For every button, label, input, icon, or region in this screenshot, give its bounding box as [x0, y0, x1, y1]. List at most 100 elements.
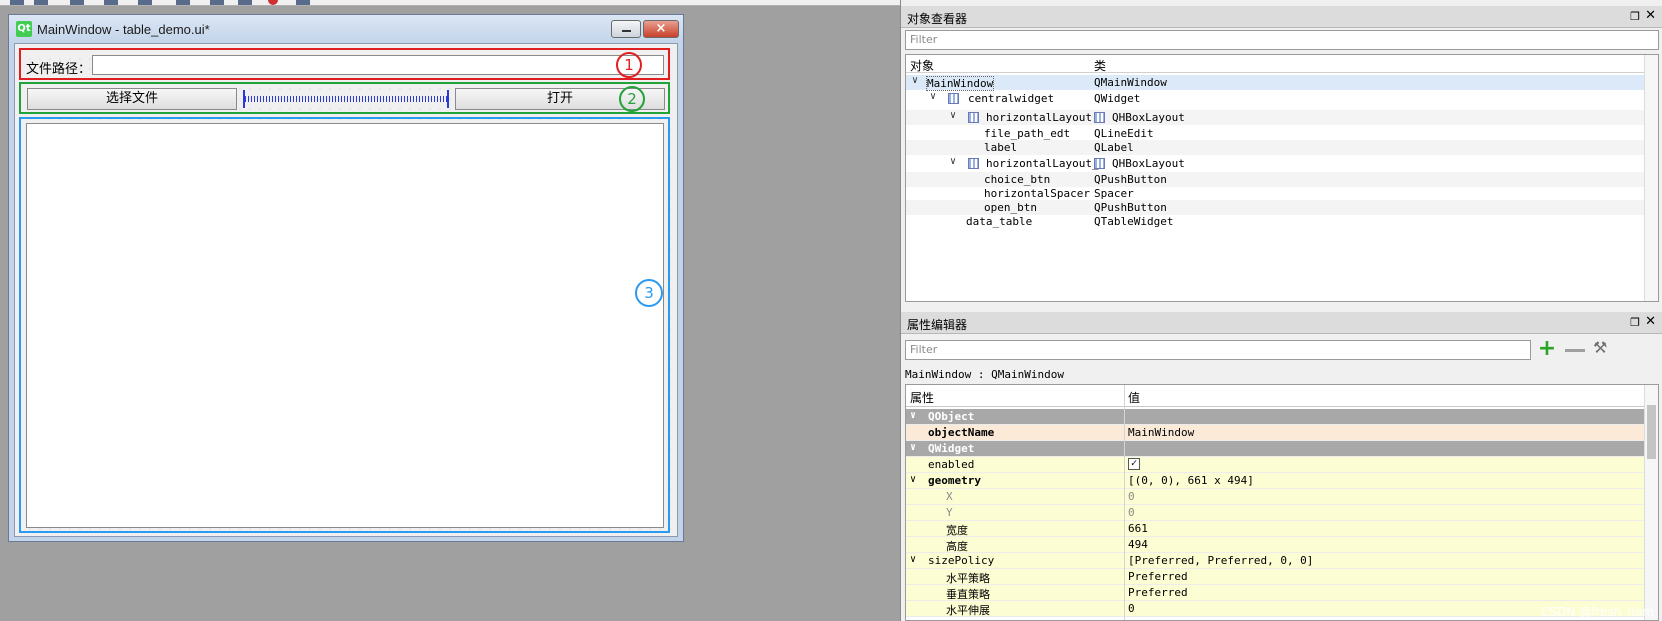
- wrench-icon[interactable]: ⚒: [1593, 338, 1613, 360]
- close-icon[interactable]: ✕: [1645, 314, 1656, 329]
- annotation-marker-1: 1: [616, 52, 642, 78]
- hbox-layout-icon: [968, 112, 979, 123]
- property-value[interactable]: [Preferred, Preferred, 0, 0]: [1128, 554, 1313, 567]
- property-row-sizepolicy[interactable]: ∨ sizePolicy [Preferred, Preferred, 0, 0…: [906, 553, 1646, 569]
- tree-row[interactable]: data_table QTableWidget: [906, 214, 1644, 229]
- property-row-height[interactable]: 高度 494: [906, 537, 1646, 553]
- object-tree-scrollbar[interactable]: [1644, 55, 1658, 301]
- tree-row-class: QHBoxLayout: [1112, 111, 1185, 124]
- tree-row-name: horizontalSpacer: [984, 187, 1090, 200]
- object-inspector-titlebar[interactable]: 对象查看器 ❐ ✕: [901, 6, 1662, 28]
- property-row-objectname[interactable]: objectName MainWindow: [906, 425, 1646, 441]
- property-table[interactable]: 属性 值 ∨ QObject objectName MainWindow ∨ Q…: [905, 384, 1659, 621]
- property-table-header: 属性 值: [906, 385, 1646, 407]
- float-icon[interactable]: ❐: [1630, 10, 1640, 23]
- tree-row[interactable]: choice_btn QPushButton: [906, 172, 1644, 187]
- toolbar-icon[interactable]: [34, 0, 48, 5]
- tree-row-name: data_table: [966, 215, 1033, 228]
- chevron-down-icon[interactable]: ∨: [910, 442, 916, 453]
- tree-row-name: file_path_edt: [984, 127, 1071, 140]
- horizontal-layout-buttons[interactable]: 选择文件 打开 2: [19, 82, 670, 114]
- toolbar-icon[interactable]: [176, 0, 190, 5]
- toolbar-icon[interactable]: [10, 0, 24, 5]
- property-row-hpolicy[interactable]: 水平策略 Preferred: [906, 569, 1646, 585]
- group-label: QObject: [928, 410, 975, 423]
- enabled-checkbox[interactable]: ✓: [1128, 458, 1140, 470]
- chevron-down-icon[interactable]: ∨: [910, 474, 916, 485]
- horizontal-layout-file-path[interactable]: 文件路径： 1: [19, 48, 670, 80]
- property-value[interactable]: 0: [1128, 506, 1135, 519]
- stop-icon[interactable]: [268, 0, 278, 5]
- form-titlebar[interactable]: Qt MainWindow - table_demo.ui* ×: [9, 15, 683, 43]
- property-row-enabled[interactable]: enabled ✓: [906, 457, 1646, 473]
- tree-row[interactable]: ∨ centralwidget QWidget: [906, 91, 1644, 106]
- property-table-scrollbar[interactable]: [1644, 385, 1658, 620]
- tree-row[interactable]: file_path_edt QLineEdit: [906, 126, 1644, 141]
- col-class-header[interactable]: 类: [1094, 57, 1106, 74]
- toolbar-icon[interactable]: [296, 0, 310, 5]
- property-value[interactable]: Preferred: [1128, 586, 1188, 599]
- annotation-marker-2: 2: [619, 86, 645, 112]
- property-filter-input[interactable]: Filter: [905, 340, 1531, 360]
- object-filter-input[interactable]: Filter: [905, 30, 1659, 50]
- toolbar-icon[interactable]: [70, 0, 84, 5]
- property-value[interactable]: 0: [1128, 602, 1135, 615]
- object-tree[interactable]: 对象 类 ∨ MainWindow QMainWindow ∨ centralw…: [905, 54, 1659, 302]
- property-row-width[interactable]: 宽度 661: [906, 521, 1646, 537]
- property-row-x[interactable]: X 0: [906, 489, 1646, 505]
- tree-row-class: QHBoxLayout: [1112, 157, 1185, 170]
- property-value[interactable]: Preferred: [1128, 570, 1188, 583]
- col-value-header[interactable]: 值: [1128, 389, 1140, 406]
- property-value[interactable]: 494: [1128, 538, 1148, 551]
- add-property-icon[interactable]: +: [1537, 338, 1557, 360]
- property-key: Y: [946, 506, 953, 519]
- property-group-qobject[interactable]: ∨ QObject: [906, 409, 1646, 425]
- data-table[interactable]: [26, 123, 664, 528]
- choice-file-button[interactable]: 选择文件: [27, 88, 237, 110]
- horizontal-spacer[interactable]: [243, 90, 451, 108]
- chevron-down-icon[interactable]: ∨: [930, 91, 936, 102]
- property-row-y[interactable]: Y 0: [906, 505, 1646, 521]
- file-path-input[interactable]: [92, 55, 664, 75]
- property-key: geometry: [928, 474, 981, 487]
- scrollbar-thumb[interactable]: [1647, 405, 1656, 459]
- close-button[interactable]: ×: [643, 20, 679, 38]
- property-row-hstretch[interactable]: 水平伸展 0: [906, 601, 1646, 617]
- form-window[interactable]: Qt MainWindow - table_demo.ui* × 文件路径： 1…: [8, 14, 684, 542]
- property-value[interactable]: 661: [1128, 522, 1148, 535]
- chevron-down-icon[interactable]: ∨: [950, 156, 956, 167]
- tree-row-class: QLineEdit: [1094, 127, 1154, 140]
- property-group-qwidget[interactable]: ∨ QWidget: [906, 441, 1646, 457]
- tree-row[interactable]: ∨ horizontalLayout_2 QHBoxLayout: [906, 156, 1644, 171]
- float-icon[interactable]: ❐: [1630, 316, 1640, 329]
- remove-property-icon[interactable]: [1565, 349, 1585, 352]
- minimize-button[interactable]: [611, 20, 641, 38]
- col-property-header[interactable]: 属性: [910, 389, 934, 406]
- group-label: QWidget: [928, 442, 975, 455]
- toolbar-icon[interactable]: [210, 0, 224, 5]
- tree-row[interactable]: open_btn QPushButton: [906, 200, 1644, 215]
- toolbar-icon[interactable]: [104, 0, 118, 5]
- property-key: 垂直策略: [946, 588, 990, 601]
- col-object-header[interactable]: 对象: [910, 57, 934, 74]
- property-row-geometry[interactable]: ∨ geometry [(0, 0), 661 x 494]: [906, 473, 1646, 489]
- property-editor-titlebar[interactable]: 属性编辑器 ❐ ✕: [901, 312, 1662, 334]
- object-inspector-panel: 对象查看器 ❐ ✕ Filter 对象 类 ∨ MainWindow QMain…: [901, 6, 1662, 306]
- chevron-down-icon[interactable]: ∨: [950, 110, 956, 121]
- toolbar-icon[interactable]: [138, 0, 152, 5]
- tree-row[interactable]: label QLabel: [906, 140, 1644, 155]
- property-row-vpolicy[interactable]: 垂直策略 Preferred: [906, 585, 1646, 601]
- chevron-down-icon[interactable]: ∨: [912, 75, 918, 86]
- tree-row[interactable]: ∨ horizontalLayout QHBoxLayout: [906, 110, 1644, 125]
- close-icon[interactable]: ✕: [1645, 8, 1656, 23]
- toolbar-icon[interactable]: [238, 0, 252, 5]
- property-value[interactable]: [(0, 0), 661 x 494]: [1128, 474, 1254, 487]
- chevron-down-icon[interactable]: ∨: [910, 554, 916, 565]
- chevron-down-icon[interactable]: ∨: [910, 410, 916, 421]
- property-key: objectName: [928, 426, 995, 439]
- hbox-layout-icon: [1094, 158, 1105, 169]
- tree-row[interactable]: horizontalSpacer Spacer: [906, 186, 1644, 201]
- tree-row[interactable]: ∨ MainWindow QMainWindow: [906, 75, 1644, 91]
- property-value[interactable]: MainWindow: [1128, 426, 1194, 439]
- property-value[interactable]: 0: [1128, 490, 1135, 503]
